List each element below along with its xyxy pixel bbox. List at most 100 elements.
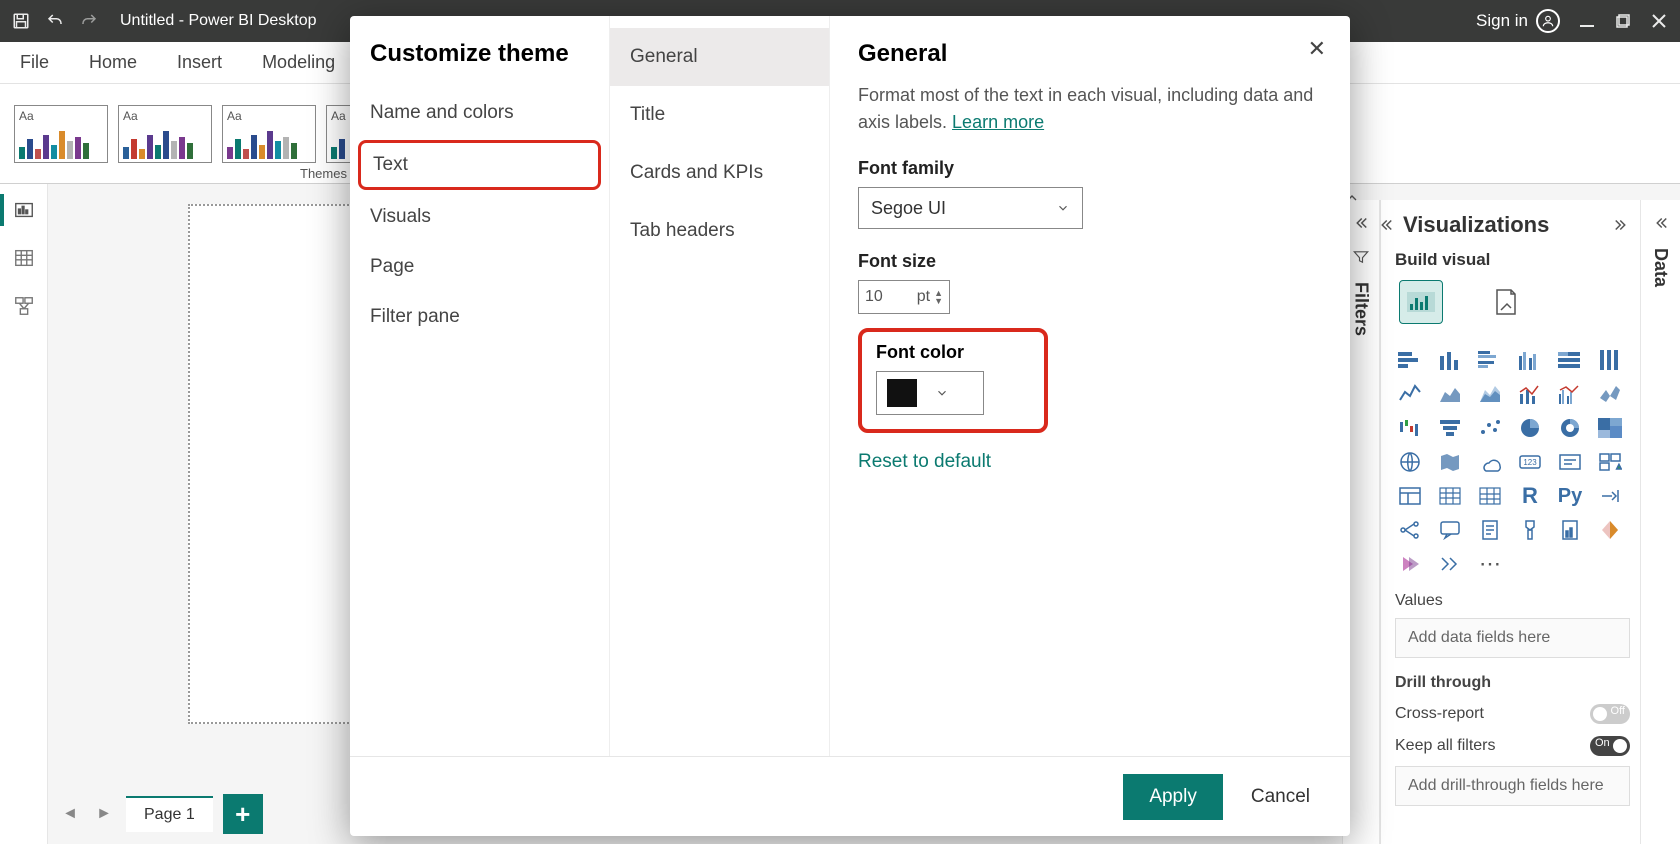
viz-goals-icon[interactable] bbox=[1515, 518, 1545, 542]
keep-filters-toggle[interactable]: On bbox=[1590, 736, 1630, 756]
theme-thumb[interactable]: Aa bbox=[14, 105, 108, 163]
viz-line-icon[interactable] bbox=[1395, 382, 1425, 406]
viz-powerautomate-icon[interactable] bbox=[1395, 552, 1425, 576]
viz-key-influencers-icon[interactable] bbox=[1595, 484, 1625, 508]
drill-drop-zone[interactable]: Add drill-through fields here bbox=[1395, 766, 1630, 806]
collapse-viz-icon[interactable] bbox=[1380, 216, 1395, 234]
viz-pie-icon[interactable] bbox=[1515, 416, 1545, 440]
expand-viz-icon[interactable] bbox=[1612, 216, 1630, 234]
viz-clustered-bar-icon[interactable] bbox=[1475, 348, 1505, 372]
subnav-tab-headers[interactable]: Tab headers bbox=[610, 202, 829, 260]
themes-group-label: Themes bbox=[300, 166, 347, 181]
dialog-footer: Apply Cancel bbox=[350, 756, 1350, 836]
viz-py-icon[interactable]: Py bbox=[1555, 484, 1585, 508]
report-view-icon[interactable] bbox=[12, 198, 36, 222]
font-family-label: Font family bbox=[858, 158, 1322, 179]
viz-stacked-column-icon[interactable] bbox=[1435, 348, 1465, 372]
viz-ribbon-icon[interactable] bbox=[1595, 382, 1625, 406]
viz-slicer-icon[interactable] bbox=[1435, 484, 1465, 508]
format-visual-tab[interactable] bbox=[1483, 280, 1527, 324]
add-page-button[interactable]: + bbox=[223, 794, 263, 834]
minimize-icon[interactable] bbox=[1578, 12, 1596, 30]
cross-report-toggle[interactable]: Off bbox=[1590, 704, 1630, 724]
viz-gauge-icon[interactable]: 123 bbox=[1515, 450, 1545, 474]
expand-data-icon[interactable] bbox=[1652, 214, 1670, 232]
apply-button[interactable]: Apply bbox=[1123, 774, 1223, 820]
theme-thumb[interactable]: Aa bbox=[118, 105, 212, 163]
close-icon[interactable] bbox=[1650, 12, 1668, 30]
ribbon-tab-modeling[interactable]: Modeling bbox=[262, 52, 335, 73]
undo-icon[interactable] bbox=[46, 12, 64, 30]
viz-qa-icon[interactable] bbox=[1435, 518, 1465, 542]
nav-visuals[interactable]: Visuals bbox=[350, 192, 609, 242]
dialog-close-icon[interactable]: ✕ bbox=[1308, 36, 1326, 62]
viz-scatter-icon[interactable] bbox=[1475, 416, 1505, 440]
viz-treemap-icon[interactable] bbox=[1595, 416, 1625, 440]
viz-filled-map-icon[interactable] bbox=[1435, 450, 1465, 474]
theme-thumb[interactable]: Aa bbox=[222, 105, 316, 163]
viz-waterfall-icon[interactable] bbox=[1395, 416, 1425, 440]
values-drop-zone[interactable]: Add data fields here bbox=[1395, 618, 1630, 658]
drill-through-label: Drill through bbox=[1395, 674, 1630, 692]
build-visual-tab[interactable] bbox=[1399, 280, 1443, 324]
viz-narrative-icon[interactable] bbox=[1475, 518, 1505, 542]
expand-filters-icon[interactable] bbox=[1352, 214, 1370, 232]
cross-report-label: Cross-report bbox=[1395, 705, 1484, 723]
viz-line-clustered-icon[interactable] bbox=[1555, 382, 1585, 406]
viz-line-column-icon[interactable] bbox=[1515, 382, 1545, 406]
data-pane-collapsed[interactable]: Data bbox=[1640, 200, 1680, 844]
subnav-cards-kpis[interactable]: Cards and KPIs bbox=[610, 144, 829, 202]
viz-stacked-bar-icon[interactable] bbox=[1395, 348, 1425, 372]
viz-clustered-column-icon[interactable] bbox=[1515, 348, 1545, 372]
ribbon-tab-home[interactable]: Home bbox=[89, 52, 137, 73]
viz-decomposition-icon[interactable] bbox=[1395, 518, 1425, 542]
viz-more-icon[interactable]: ⋯ bbox=[1475, 552, 1505, 576]
nav-page[interactable]: Page bbox=[350, 242, 609, 292]
chevron-down-icon bbox=[1056, 201, 1070, 215]
ribbon-tab-insert[interactable]: Insert bbox=[177, 52, 222, 73]
viz-card-icon[interactable] bbox=[1555, 450, 1585, 474]
viz-azure-map-icon[interactable] bbox=[1475, 450, 1505, 474]
font-size-label: Font size bbox=[858, 251, 1322, 272]
viz-funnel-icon[interactable] bbox=[1435, 416, 1465, 440]
viz-table-icon[interactable] bbox=[1475, 484, 1505, 508]
viz-stacked-area-icon[interactable] bbox=[1475, 382, 1505, 406]
filters-icon bbox=[1352, 248, 1370, 266]
spinner-arrows-icon[interactable]: ▲▼ bbox=[934, 289, 943, 305]
learn-more-link[interactable]: Learn more bbox=[952, 112, 1044, 132]
signin-button[interactable]: Sign in bbox=[1476, 9, 1560, 33]
viz-map-icon[interactable] bbox=[1395, 450, 1425, 474]
viz-kpi-icon[interactable] bbox=[1395, 484, 1425, 508]
viz-donut-icon[interactable] bbox=[1555, 416, 1585, 440]
subnav-general[interactable]: General bbox=[610, 28, 829, 86]
font-size-stepper[interactable]: 10 pt ▲▼ bbox=[858, 280, 950, 314]
viz-multi-card-icon[interactable]: ▲ bbox=[1595, 450, 1625, 474]
viz-get-more-icon[interactable] bbox=[1435, 552, 1465, 576]
page-prev-icon[interactable]: ◄ bbox=[58, 802, 82, 826]
svg-text:▲: ▲ bbox=[1615, 462, 1622, 471]
visualizations-title: Visualizations bbox=[1403, 212, 1549, 238]
viz-100-column-icon[interactable] bbox=[1595, 348, 1625, 372]
model-view-icon[interactable] bbox=[12, 294, 36, 318]
viz-powerapps-icon[interactable] bbox=[1595, 518, 1625, 542]
font-color-picker[interactable] bbox=[876, 371, 984, 415]
nav-text[interactable]: Text bbox=[358, 140, 601, 190]
visualization-gallery: 123 ▲ R Py ⋯ bbox=[1395, 348, 1630, 576]
viz-area-icon[interactable] bbox=[1435, 382, 1465, 406]
maximize-icon[interactable] bbox=[1614, 12, 1632, 30]
viz-100-bar-icon[interactable] bbox=[1555, 348, 1585, 372]
data-view-icon[interactable] bbox=[12, 246, 36, 270]
font-family-select[interactable]: Segoe UI bbox=[858, 187, 1083, 229]
cancel-button[interactable]: Cancel bbox=[1251, 786, 1310, 808]
nav-name-colors[interactable]: Name and colors bbox=[350, 88, 609, 138]
viz-paginated-icon[interactable] bbox=[1555, 518, 1585, 542]
save-icon[interactable] bbox=[12, 12, 30, 30]
reset-to-default-link[interactable]: Reset to default bbox=[858, 451, 1322, 473]
redo-icon[interactable] bbox=[80, 12, 98, 30]
viz-r-icon[interactable]: R bbox=[1515, 484, 1545, 508]
page-tab[interactable]: Page 1 bbox=[126, 796, 213, 832]
page-next-icon[interactable]: ► bbox=[92, 802, 116, 826]
ribbon-tab-file[interactable]: File bbox=[20, 52, 49, 73]
subnav-title[interactable]: Title bbox=[610, 86, 829, 144]
nav-filter-pane[interactable]: Filter pane bbox=[350, 292, 609, 342]
